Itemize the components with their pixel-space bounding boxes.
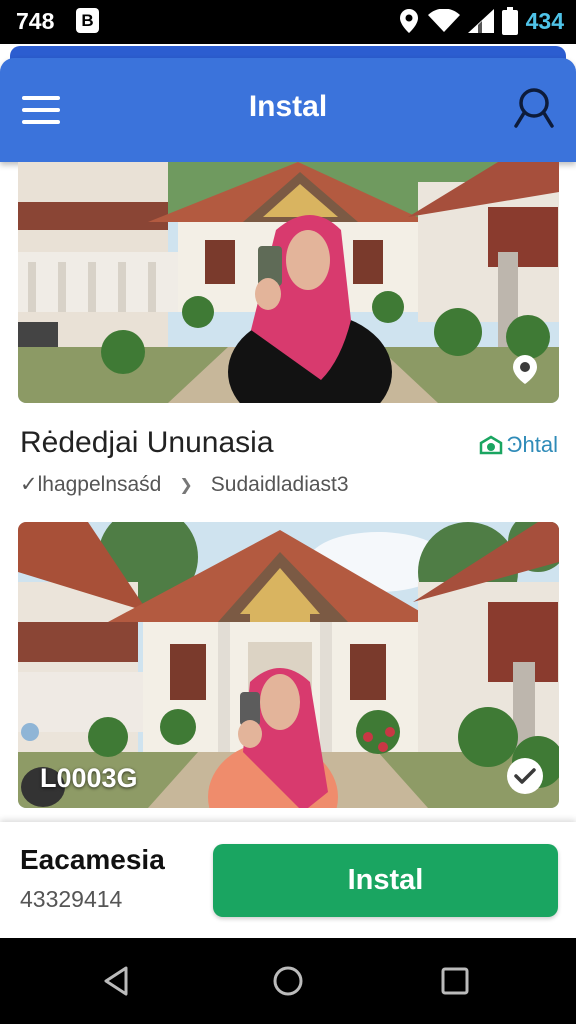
listing-link-label: Ͽhtal [506, 432, 558, 457]
listing-title-1[interactable]: Rėdedjai Ununasia [20, 426, 274, 460]
install-button[interactable]: Instal [213, 844, 558, 917]
bottom-item-name: Eacamesia [20, 844, 165, 875]
listing-photo-1[interactable] [18, 162, 559, 403]
house-photo-illustration [18, 162, 559, 403]
battery-icon [501, 7, 518, 35]
chevron-right-icon: ❯ [179, 476, 193, 494]
location-pin-icon[interactable] [509, 353, 541, 385]
app-bar: Instal [0, 58, 576, 162]
back-icon[interactable] [100, 964, 134, 998]
listing-action-link-1[interactable]: Ͽhtal [479, 432, 558, 458]
wifi-icon [427, 9, 460, 32]
app-screen: Instal Rėdedjai Ununasia Ͽhtal ✓lhagpeln… [0, 44, 576, 938]
notification-badge: B [76, 8, 99, 33]
recents-icon[interactable] [438, 964, 472, 998]
search-icon[interactable] [514, 86, 554, 130]
status-time: 748 [16, 8, 55, 34]
listing-photo-2[interactable]: L0003G [18, 522, 559, 808]
listing-meta-1: ✓lhagpelnsaśd ❯ Sudaidladiast3 [20, 472, 349, 497]
signal-icon [467, 9, 494, 33]
app-title: Instal [248, 90, 328, 123]
battery-percent: 434 [525, 7, 564, 34]
home-check-icon [479, 435, 502, 455]
home-icon[interactable] [271, 964, 305, 998]
listing-meta-right: Sudaidladiast3 [210, 472, 349, 496]
photo-overlay-label: L0003G [40, 763, 138, 793]
system-nav-bar [0, 938, 576, 1024]
location-icon [399, 9, 418, 33]
check-icon[interactable] [507, 758, 543, 794]
status-bar: 748 B 434 [0, 0, 576, 44]
bottom-item-number: 43329414 [20, 886, 123, 912]
status-icons: 434 [398, 6, 564, 36]
listing-meta-left: ✓lhagpelnsaśd [20, 473, 162, 496]
bottom-action-bar: Eacamesia 43329414 Instal [0, 822, 576, 938]
